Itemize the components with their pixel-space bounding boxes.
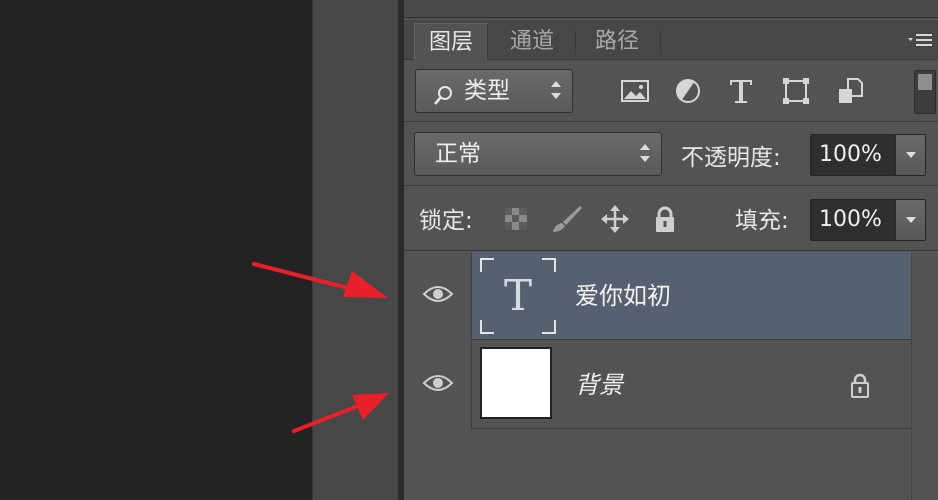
annotation-arrows	[252, 262, 389, 433]
arrow-to-text-layer	[252, 262, 388, 298]
arrow-to-background-layer	[292, 393, 389, 433]
